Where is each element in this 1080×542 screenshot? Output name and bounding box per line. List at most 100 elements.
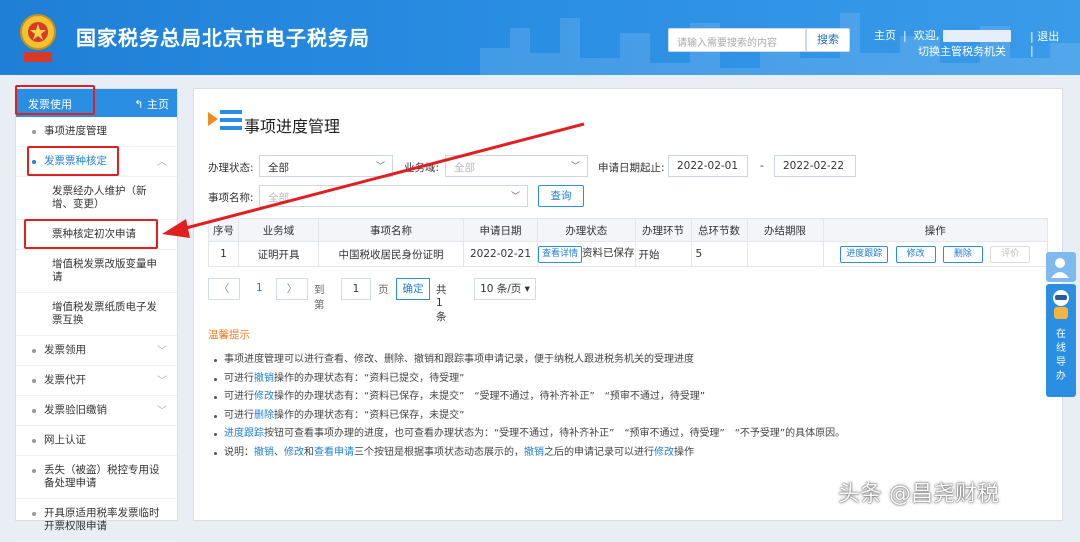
logout-link[interactable]: | 退出 [1030,28,1059,44]
domain-select[interactable]: 全部 ﹀ [445,155,588,177]
date-separator: - [760,160,764,172]
chevron-down-icon: ﹀ [157,376,167,387]
item-select[interactable]: 全部 ﹀ [259,185,528,207]
date-from-input[interactable]: 2022-02-01 [668,155,748,177]
sidebar-item-lost-device[interactable]: 丢失（被盗）税控专用设备处理申请 [16,456,177,499]
col-stage: 办理环节 [634,218,692,242]
caret-down-icon: ▾ [524,283,530,295]
col-actions: 操作 [822,218,1049,242]
user-service-icon[interactable] [1046,252,1076,282]
col-status: 办理状态 [537,218,636,242]
highlight-box-invoice-type [27,146,119,176]
menu-list-icon [208,110,242,130]
status-text: 资料已保存 [582,247,635,259]
separator: | [1030,44,1034,57]
view-detail-button[interactable]: 查看详情 [538,246,583,263]
query-button[interactable]: 查询 [538,185,584,207]
status-label: 办理状态: [208,162,254,174]
chevron-down-icon: ﹀ [510,192,520,202]
bullet-icon [32,349,36,353]
col-name: 事项名称 [318,218,464,242]
tip-item: 事项进度管理可以进行查看、修改、删除、撤销和跟踪事项申请记录，便于纳税人跟进税务… [214,351,845,370]
edit-button[interactable]: 修改 [895,245,936,263]
page-title: 事项进度管理 [244,117,341,136]
username-mask [942,30,1011,42]
tip-item: 说明：撤销、修改和查看申请三个按钮是根据事项状态动态展示的，撤销之后的申请记录可… [214,444,845,463]
tips-title: 温馨提示 [208,329,250,341]
cell-deadline [746,241,824,267]
date-label: 申请日期起止: [598,162,665,174]
sidebar-home-link[interactable]: ↰ 主页 [134,96,169,112]
bullet-icon [32,439,36,443]
tip-item: 进度跟踪按钮可查看事项办理的进度，也可查看办理状态为：“受理不通过，待补齐补正”… [214,425,845,444]
sidebar-subitem-vat-revision[interactable]: 增值税发票改版变量申请 [16,250,177,293]
cell-stage: 开始 [634,241,692,267]
col-date: 申请日期 [463,218,538,242]
bullet-icon [32,130,36,134]
online-guide-panel[interactable]: 在 线 导 办 [1046,252,1076,397]
cell-status: 查看详情 资料已保存 [537,241,636,267]
page-unit: 页 [378,284,389,296]
tip-item: 可进行撤销操作的办理状态有：“资料已提交，待受理” [214,370,845,389]
sidebar-subitem-handler[interactable]: 发票经办人维护（新增、变更） [16,177,177,220]
highlight-box-invoice-use [15,85,95,115]
prev-page-button[interactable]: 〈 [208,278,240,300]
status-select[interactable]: 全部 ﹀ [259,155,393,177]
sidebar-item-online-cert[interactable]: 网上认证 [16,426,177,456]
cell-domain: 证明开具 [238,241,319,267]
tip-item: 可进行删除操作的办理状态有：“资料已保存，未提交” [214,407,845,426]
delete-button[interactable]: 删除 [942,245,983,263]
top-links: 主页 | 欢迎, 切换主管税务机关 [874,28,1011,60]
col-deadline: 办结期限 [746,218,824,242]
home-link[interactable]: 主页 [874,29,896,42]
chevron-left-icon: 〈 [218,283,230,295]
chevron-down-icon: ﹀ [157,346,167,357]
cell-total: 5 [690,241,748,267]
chevron-up-icon: ︿ [157,157,167,168]
date-to-input[interactable]: 2022-02-22 [774,155,856,177]
bullet-icon [32,512,36,516]
tax-emblem-icon [20,14,56,62]
watermark: 头条 @昌尧财税 [838,482,999,507]
search-input[interactable]: 请输入需要搜索的内容 [668,28,806,52]
goto-page-input[interactable]: 1 [341,278,371,300]
sidebar-item-progress[interactable]: 事项进度管理 [16,117,177,147]
cell-date: 2022-02-21 [463,241,538,267]
track-button[interactable]: 进度跟踪 [840,245,889,263]
col-no: 序号 [208,218,239,242]
page-size-select[interactable]: 10 条/页 ▾ [474,278,536,300]
tips-list: 事项进度管理可以进行查看、修改、删除、撤销和跟踪事项申请记录，便于纳税人跟进税务… [214,351,845,462]
online-guide-button[interactable]: 在 线 导 办 [1046,284,1076,397]
cell-actions: 进度跟踪 修改 删除 评价 [822,241,1049,267]
cell-name: 中国税收居民身份证明 [318,241,464,267]
goto-label: 到第 [314,284,325,311]
next-page-button[interactable]: 〉 [276,278,308,300]
person-icon [1051,258,1069,278]
search-button[interactable]: 搜索 [806,28,850,52]
chevron-down-icon: ﹀ [375,162,385,172]
back-arrow-icon: ↰ [134,98,144,111]
confirm-button[interactable]: 确定 [396,278,430,300]
sidebar-subitem-vat-exchange[interactable]: 增值税发票纸质电子发票互换 [16,293,177,336]
sidebar-item-invoice-receive[interactable]: 发票领用 ﹀ [16,336,177,366]
chevron-down-icon: ﹀ [157,406,167,417]
robot-icon [1053,290,1069,319]
tip-item: 可进行修改操作的办理状态有：“资料已保存，未提交” “受理不通过，待补齐补正” … [214,388,845,407]
total-count: 共 1 条 [436,284,447,323]
bullet-icon [32,379,36,383]
page-current[interactable]: 1 [256,282,263,294]
cell-no: 1 [208,241,239,267]
sidebar-item-invoice-cancel[interactable]: 发票验旧缴销 ﹀ [16,396,177,426]
chevron-right-icon: 〉 [286,283,298,295]
table-row: 1 证明开具 中国税收居民身份证明 2022-02-21 查看详情 资料已保存 开… [208,241,1049,267]
bullet-icon [32,409,36,413]
col-total: 总环节数 [690,218,748,242]
rate-button[interactable]: 评价 [990,245,1031,263]
sidebar-item-invoice-agent[interactable]: 发票代开 ﹀ [16,366,177,396]
item-label: 事项名称: [208,192,254,204]
chevron-down-icon: ﹀ [570,162,580,172]
highlight-box-first-apply [24,219,158,249]
welcome-text: 欢迎, [913,29,940,42]
col-domain: 业务域 [238,218,319,242]
switch-org-link[interactable]: 切换主管税务机关 [874,45,1006,58]
